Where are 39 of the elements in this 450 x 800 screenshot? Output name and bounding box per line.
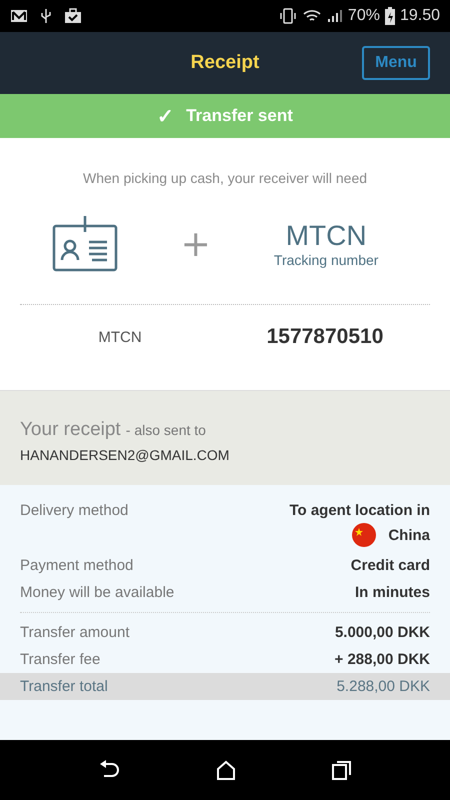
country-name: China bbox=[388, 526, 430, 544]
detail-label: Transfer total bbox=[20, 678, 108, 695]
detail-value: To agent location in bbox=[289, 502, 430, 519]
usb-icon bbox=[40, 8, 52, 24]
banner-text: Transfer sent bbox=[186, 106, 293, 126]
detail-value: 5.288,00 DKK bbox=[336, 678, 430, 695]
recent-apps-icon[interactable] bbox=[332, 760, 352, 780]
mtcn-label: MTCN bbox=[97, 328, 143, 346]
briefcase-icon bbox=[64, 8, 82, 24]
mtcn-number: 1577870510 bbox=[266, 325, 384, 349]
flag-icon bbox=[352, 523, 376, 547]
plus-sign: + bbox=[180, 224, 211, 264]
check-icon: ✓ bbox=[157, 104, 174, 128]
battery-icon bbox=[384, 7, 395, 25]
id-card-icon bbox=[52, 216, 118, 272]
detail-label: Transfer amount bbox=[20, 624, 130, 641]
mtcn-heading: MTCN bbox=[286, 220, 367, 252]
receipt-title: Your receipt bbox=[20, 419, 121, 440]
signal-icon bbox=[326, 9, 343, 23]
detail-label: Transfer fee bbox=[20, 651, 100, 668]
receipt-note: - also sent to bbox=[126, 422, 206, 438]
detail-label: Payment method bbox=[20, 557, 134, 574]
menu-button[interactable]: Menu bbox=[362, 46, 430, 80]
detail-label: Money will be available bbox=[20, 584, 174, 601]
detail-value: 5.000,00 DKK bbox=[334, 624, 430, 641]
mtcn-subtitle: Tracking number bbox=[274, 252, 378, 268]
screen-title: Receipt bbox=[190, 52, 260, 74]
detail-label: Delivery method bbox=[20, 502, 128, 519]
back-icon[interactable] bbox=[98, 760, 120, 780]
detail-value: In minutes bbox=[354, 584, 430, 601]
detail-value: + 288,00 DKK bbox=[334, 651, 430, 668]
receipt-email: HANANDERSEN2@GMAIL.COM bbox=[20, 447, 230, 463]
pickup-intro: When picking up cash, your receiver will need bbox=[82, 170, 368, 186]
detail-value: Credit card bbox=[350, 557, 430, 574]
home-icon[interactable] bbox=[216, 760, 236, 780]
vibrate-icon bbox=[278, 8, 297, 24]
mail-icon bbox=[10, 9, 28, 23]
battery-percent: 70% bbox=[348, 7, 380, 25]
clock: 19.50 bbox=[400, 7, 440, 25]
